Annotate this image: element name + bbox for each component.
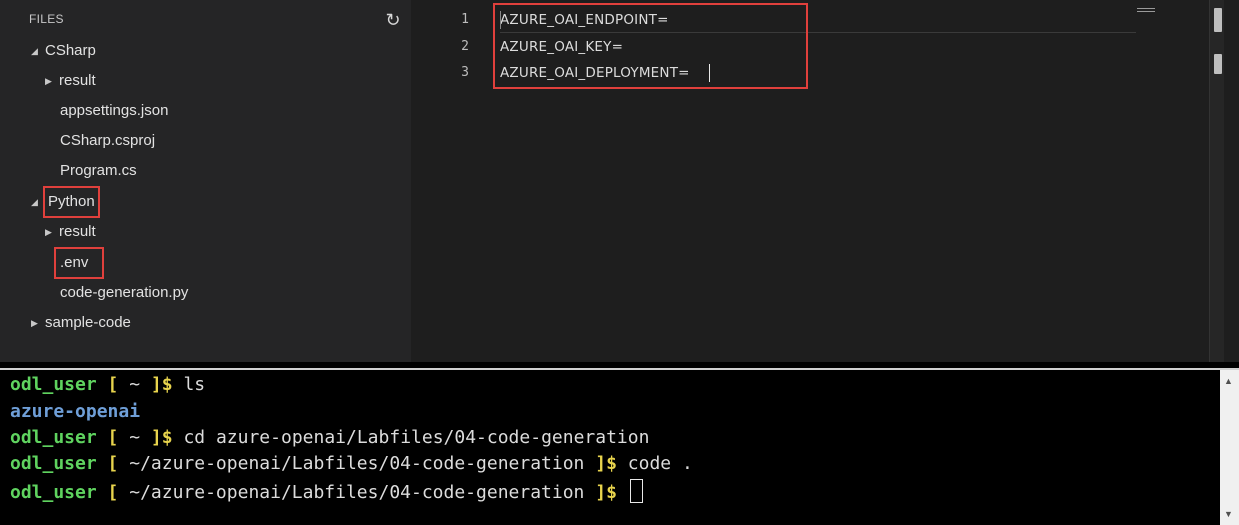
tree-file-program-cs[interactable]: Program.cs: [60, 157, 137, 185]
chevron-right-icon: ▶: [45, 76, 52, 86]
files-title: FILES: [29, 12, 64, 26]
tree-file-env[interactable]: .env: [53, 247, 105, 279]
refresh-icon[interactable]: ↻: [383, 10, 403, 30]
chevron-down-icon: ◢: [31, 197, 38, 207]
terminal-cursor: [629, 479, 643, 503]
line-number: 3: [461, 65, 469, 80]
terminal-line: odl_user [ ~ ]$ cd azure-openai/Labfiles…: [10, 427, 650, 448]
scroll-down-icon[interactable]: ▼: [1224, 509, 1233, 519]
line-number: 2: [461, 39, 469, 54]
terminal-line: odl_user [ ~ ]$ ls: [10, 374, 206, 395]
tree-folder-python-result[interactable]: ▶ result: [45, 218, 96, 246]
chevron-right-icon: ▶: [31, 318, 38, 328]
chevron-down-icon: ◢: [31, 46, 38, 56]
scroll-thumb[interactable]: [1214, 8, 1222, 32]
scroll-marker: [1214, 54, 1222, 74]
minimap[interactable]: [1137, 8, 1159, 14]
scroll-up-icon[interactable]: ▲: [1224, 376, 1233, 386]
terminal-line[interactable]: odl_user [ ~/azure-openai/Labfiles/04-co…: [10, 479, 643, 503]
terminal[interactable]: odl_user [ ~ ]$ ls azure-openai odl_user…: [0, 368, 1239, 525]
editor-scrollbar[interactable]: [1209, 0, 1224, 362]
tree-file-appsettings[interactable]: appsettings.json: [60, 97, 168, 125]
file-explorer: FILES ↻ ◢ CSharp ▶ result appsettings.json…: [0, 0, 411, 362]
files-header: FILES ↻: [0, 0, 411, 40]
tree-file-code-generation-py[interactable]: code-generation.py: [60, 279, 188, 307]
tree-folder-csharp[interactable]: ◢ CSharp: [31, 37, 96, 65]
highlight-box: [493, 3, 808, 89]
tree-folder-python[interactable]: ◢ Python: [31, 186, 100, 218]
editor-window: FILES ↻ ◢ CSharp ▶ result appsettings.json…: [0, 0, 1239, 362]
line-number: 1: [461, 12, 469, 27]
tree-folder-csharp-result[interactable]: ▶ result: [45, 67, 96, 95]
code-editor[interactable]: 1 2 3 AZURE_OAI_ENDPOINT= AZURE_OAI_KEY=…: [411, 0, 1239, 362]
chevron-right-icon: ▶: [45, 227, 52, 237]
tree-file-csproj[interactable]: CSharp.csproj: [60, 127, 155, 155]
terminal-scrollbar[interactable]: ▲ ▼: [1220, 370, 1239, 525]
tree-folder-sample-code[interactable]: ▶ sample-code: [31, 309, 131, 337]
terminal-line: azure-openai: [10, 401, 141, 422]
terminal-line: odl_user [ ~/azure-openai/Labfiles/04-co…: [10, 453, 693, 474]
